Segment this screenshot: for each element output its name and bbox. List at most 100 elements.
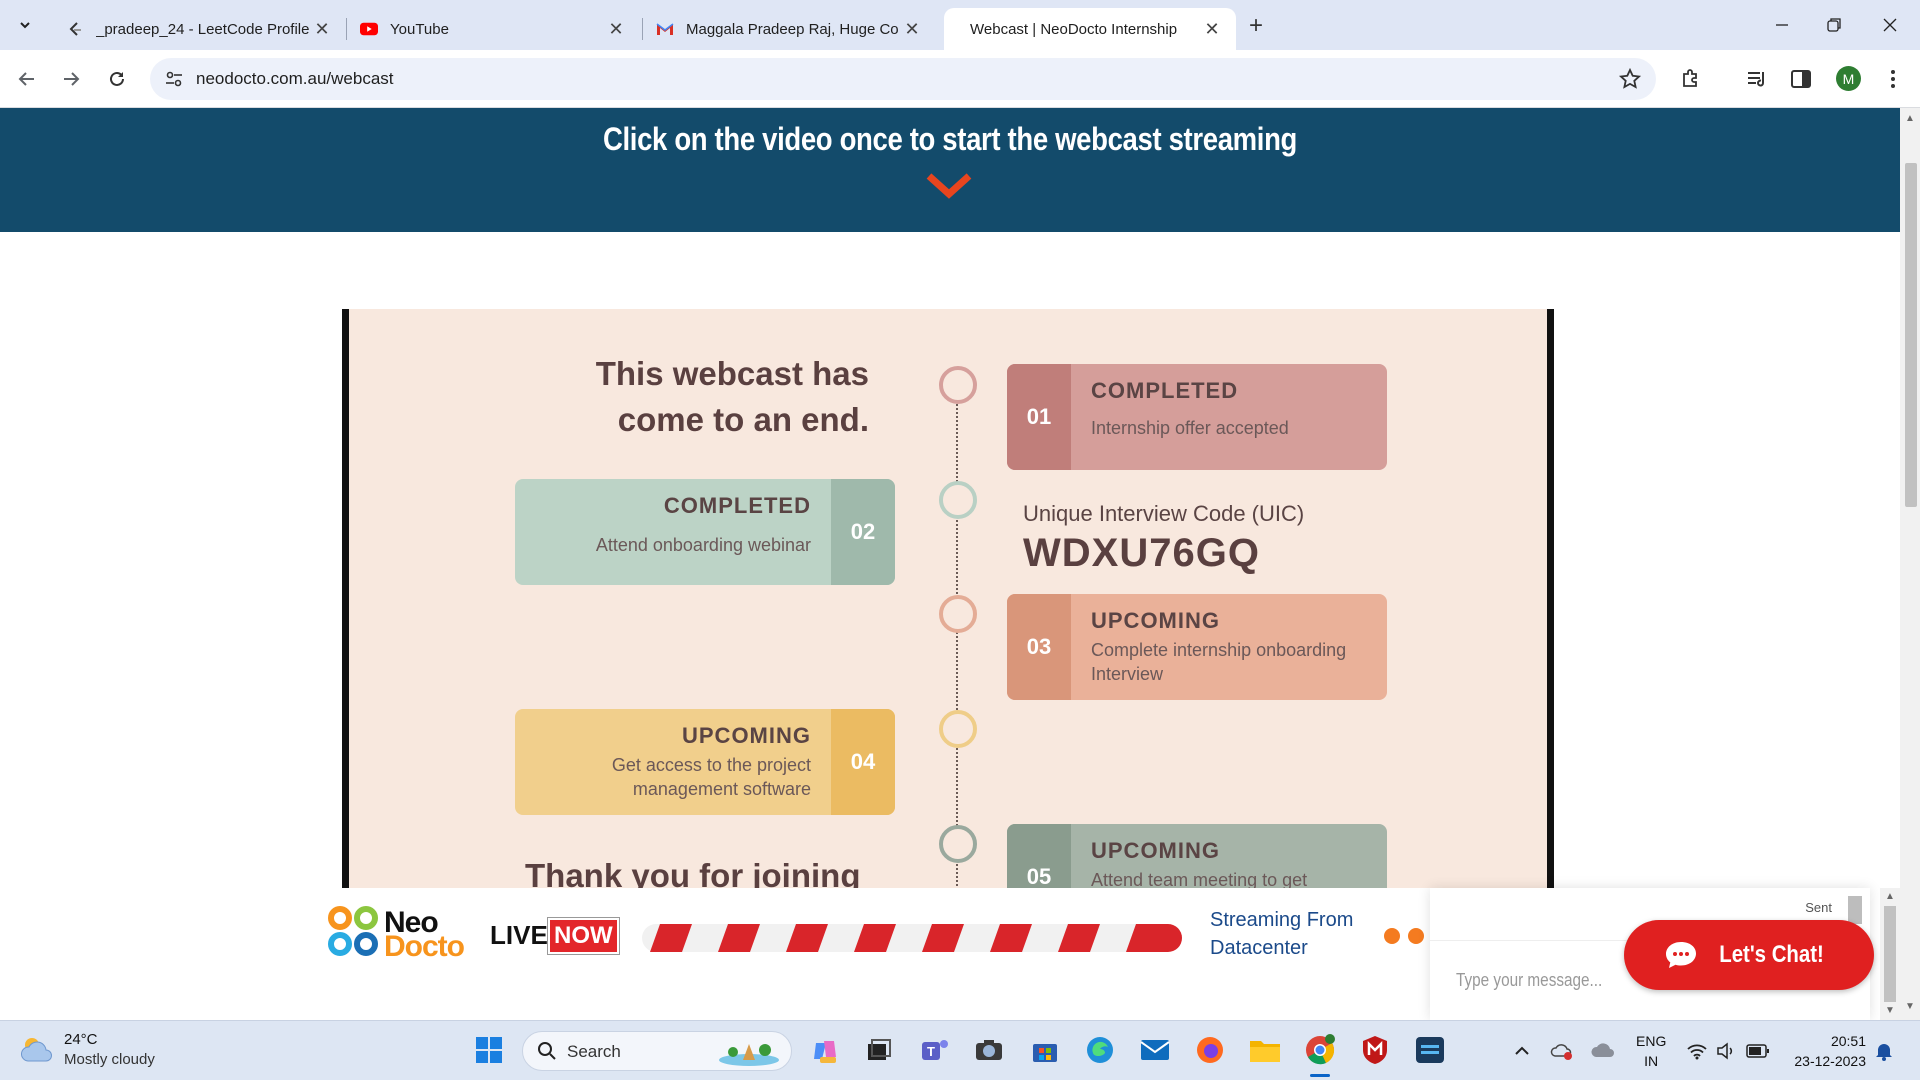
chat-sent-label: Sent <box>1805 900 1832 915</box>
speaker-icon <box>1717 1042 1733 1060</box>
camera-icon <box>976 1040 1002 1060</box>
vpn-status[interactable] <box>1548 1033 1576 1069</box>
chat-message-input[interactable]: Type your message... <box>1456 970 1602 991</box>
scroll-down-icon[interactable]: ▼ <box>1905 1002 1915 1012</box>
strip-scrollbar[interactable]: ▲ ▼ <box>1880 888 1900 1020</box>
battery-status[interactable] <box>1744 1033 1772 1069</box>
copilot-app[interactable] <box>808 1033 842 1067</box>
logo-text-docto: Docto <box>384 930 465 963</box>
tab-gmail[interactable]: Maggala Pradeep Raj, Huge Co ✕ <box>636 8 936 50</box>
step-description: Get access to the project management sof… <box>611 755 811 799</box>
instruction-banner: Click on the video once to start the web… <box>0 108 1900 232</box>
timeline-node <box>939 366 977 404</box>
wifi-status[interactable] <box>1684 1033 1710 1069</box>
prime-video-icon <box>1416 1037 1444 1063</box>
minimize-button[interactable] <box>1760 8 1804 42</box>
notifications-button[interactable] <box>1872 1033 1896 1069</box>
close-icon[interactable]: ✕ <box>1202 19 1222 39</box>
step-card-01: 01 COMPLETED Internship offer accepted <box>1007 364 1387 470</box>
close-window-button[interactable] <box>1868 8 1912 42</box>
folder-icon <box>1250 1041 1280 1062</box>
battery-icon <box>1746 1044 1769 1058</box>
windows-taskbar: 24°C Mostly cloudy Search T ENG IN 20:51… <box>0 1020 1920 1080</box>
task-view-app[interactable] <box>862 1033 896 1067</box>
youtube-icon <box>360 20 378 38</box>
bookmark-star-icon[interactable] <box>1618 67 1642 91</box>
profile-avatar[interactable]: M <box>1836 66 1861 91</box>
active-app-indicator <box>1310 1074 1330 1077</box>
new-tab-button[interactable]: + <box>1242 12 1270 40</box>
file-explorer-app[interactable] <box>1248 1033 1282 1067</box>
page-content: Click on the video once to start the web… <box>0 108 1900 1020</box>
chrome-icon <box>1306 1034 1335 1065</box>
tab-webcast[interactable]: Webcast | NeoDocto Internship ✕ <box>944 8 1236 50</box>
forward-button[interactable] <box>56 64 86 94</box>
extensions-icon[interactable] <box>1678 66 1704 92</box>
start-button[interactable] <box>472 1033 506 1067</box>
volume-status[interactable] <box>1714 1033 1738 1069</box>
tab-title: Maggala Pradeep Raj, Huge Co <box>686 20 899 38</box>
scroll-up-icon[interactable]: ▲ <box>1905 114 1915 124</box>
close-icon[interactable]: ✕ <box>312 19 332 39</box>
scroll-up-icon[interactable]: ▲ <box>1885 892 1895 902</box>
cloudy-weather-icon[interactable] <box>20 1033 54 1065</box>
reload-icon <box>110 71 124 86</box>
menu-kebab-icon[interactable] <box>1880 66 1906 92</box>
scroll-down-icon[interactable]: ▼ <box>1885 1006 1895 1016</box>
tab-title: _pradeep_24 - LeetCode Profile <box>96 20 310 38</box>
media-controls-icon[interactable] <box>1744 66 1770 92</box>
live-strip: Neo Docto LIVE NOW Streaming From Datace… <box>0 888 1900 1020</box>
language-indicator[interactable]: ENG IN <box>1636 1031 1666 1071</box>
tab-leetcode[interactable]: _pradeep_24 - LeetCode Profile ✕ <box>46 8 346 50</box>
mail-app[interactable] <box>1138 1033 1172 1067</box>
neodocto-logo-mark <box>328 906 378 956</box>
mcafee-app[interactable] <box>1358 1033 1392 1067</box>
search-label: Search <box>567 1042 621 1061</box>
strip-scroll-thumb[interactable] <box>1884 906 1896 1002</box>
step-status: COMPLETED <box>1091 378 1239 403</box>
loading-dot <box>1408 928 1424 944</box>
step-number: 01 <box>1007 364 1071 470</box>
step-card-03: 03 UPCOMING Complete internship onboardi… <box>1007 594 1387 700</box>
page-scroll-thumb[interactable] <box>1905 163 1917 507</box>
show-hidden-icons[interactable] <box>1510 1033 1534 1069</box>
onedrive-status[interactable] <box>1588 1033 1618 1069</box>
arrow-right-icon <box>64 72 80 86</box>
store-app[interactable] <box>1028 1033 1062 1067</box>
search-icon <box>538 1042 556 1060</box>
weather-description[interactable]: Mostly cloudy <box>64 1051 155 1068</box>
system-clock[interactable]: 20:51 23-12-2023 <box>1786 1031 1866 1071</box>
lets-chat-button[interactable]: Let's Chat! <box>1624 920 1874 990</box>
windows-icon <box>476 1037 502 1063</box>
restore-button[interactable] <box>1812 8 1856 42</box>
step-status: COMPLETED <box>663 493 811 518</box>
onedrive-cloud-icon <box>1591 1043 1614 1057</box>
search-highlight-icon <box>719 1044 779 1066</box>
tab-search-button[interactable] <box>10 10 40 40</box>
uic-code: WDXU76GQ <box>1023 531 1260 575</box>
side-panel-icon[interactable] <box>1788 66 1814 92</box>
tab-strip: _pradeep_24 - LeetCode Profile ✕ YouTube… <box>0 0 1920 50</box>
close-icon[interactable]: ✕ <box>606 19 626 39</box>
webcast-video[interactable]: This webcast has come to an end. 01 COMP… <box>342 309 1554 929</box>
firefox-app[interactable] <box>1193 1033 1227 1067</box>
chevron-down-icon <box>926 173 972 199</box>
teams-icon: T <box>922 1040 948 1060</box>
camera-app[interactable] <box>972 1033 1006 1067</box>
back-button[interactable] <box>12 64 42 94</box>
chrome-app[interactable] <box>1303 1033 1337 1067</box>
clock-time: 20:51 <box>1830 1033 1866 1049</box>
close-icon[interactable]: ✕ <box>902 19 922 39</box>
reload-button[interactable] <box>102 64 132 94</box>
chat-scrollbar[interactable] <box>1848 896 1862 924</box>
teams-app[interactable]: T <box>918 1033 952 1067</box>
tab-title: Webcast | NeoDocto Internship <box>970 20 1178 38</box>
tab-youtube[interactable]: YouTube ✕ <box>340 8 640 50</box>
address-bar[interactable]: neodocto.com.au/webcast <box>150 58 1656 100</box>
taskbar-search[interactable]: Search <box>522 1031 792 1071</box>
weather-temperature[interactable]: 24°C <box>64 1031 98 1048</box>
page-scrollbar[interactable]: ▲ ▼ <box>1900 108 1920 1020</box>
site-settings-icon[interactable] <box>164 69 184 89</box>
prime-video-app[interactable] <box>1413 1033 1447 1067</box>
edge-app[interactable] <box>1083 1033 1117 1067</box>
